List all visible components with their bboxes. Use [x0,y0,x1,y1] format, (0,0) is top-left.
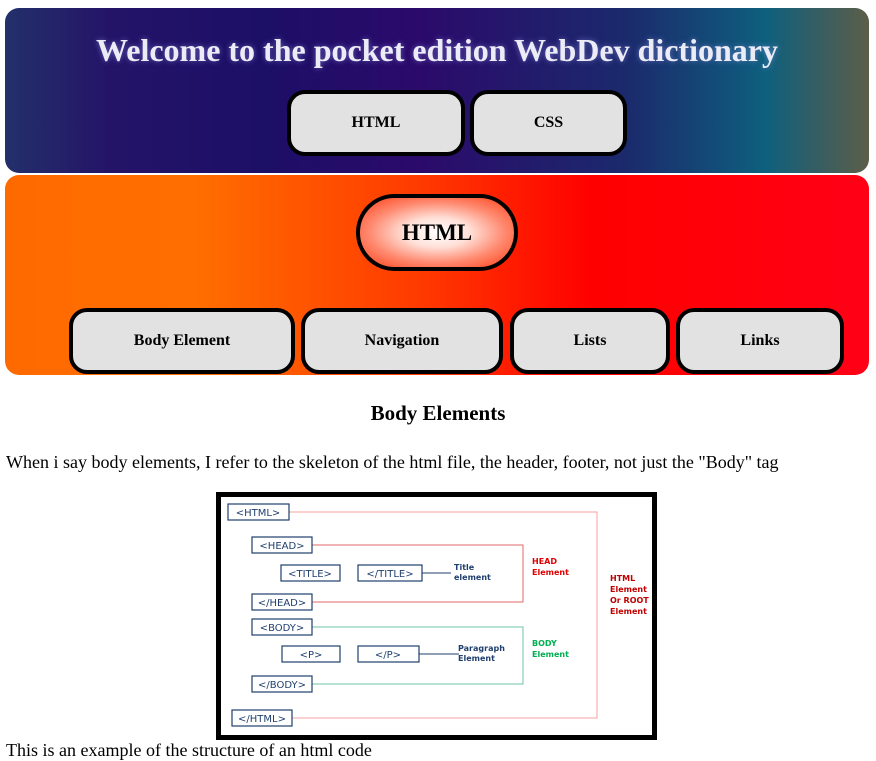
nav-button-html[interactable]: HTML [287,90,465,156]
page-title: Body Elements [370,401,506,425]
note-head-line2: Element [532,568,569,577]
note-body-line2: Element [532,650,569,659]
tab-navigation[interactable]: Navigation [301,308,503,374]
tab-body-element[interactable]: Body Element [69,308,295,374]
tag-p-close: </P> [375,650,401,661]
tag-body-close: </BODY> [258,680,306,691]
tag-title-open: <TITLE> [288,569,332,580]
root-bracket [289,511,598,719]
note-head-line1: HEAD [532,557,557,566]
tag-html-open: <HTML> [236,508,281,519]
section-header: HTML Body Element Navigation Lists Links [5,175,869,375]
site-title: Welcome to the pocket edition WebDev dic… [96,32,778,68]
note-title-line2: element [454,573,491,582]
note-body-line1: BODY [532,639,557,648]
html-badge: HTML [356,194,518,271]
tag-p-open: <P> [300,650,323,661]
tag-title-close: </TITLE> [366,569,413,580]
note-title-line1: Title [454,563,475,572]
html-structure-diagram: <HTML> <HEAD> <TITLE> </TITLE> </HEAD> <… [216,492,657,740]
note-paragraph-line1: Paragraph [458,644,505,653]
tag-body-open: <BODY> [260,623,305,634]
note-root-line3: Or ROOT [610,596,649,605]
tag-html-close: </HTML> [238,714,286,725]
note-root-line4: Element [610,607,647,616]
note-paragraph-line2: Element [458,654,495,663]
nav-button-css[interactable]: CSS [470,90,627,156]
tab-links[interactable]: Links [676,308,844,374]
tag-head-close: </HEAD> [258,598,307,609]
note-root-line1: HTML [610,574,635,583]
intro-paragraph: When i say body elements, I refer to the… [6,452,779,472]
structure-caption: This is an example of the structure of a… [6,740,372,760]
tag-head-open: <HEAD> [259,541,304,552]
note-root-line2: Element [610,585,647,594]
site-header: Welcome to the pocket edition WebDev dic… [5,8,869,173]
tab-lists[interactable]: Lists [510,308,670,374]
